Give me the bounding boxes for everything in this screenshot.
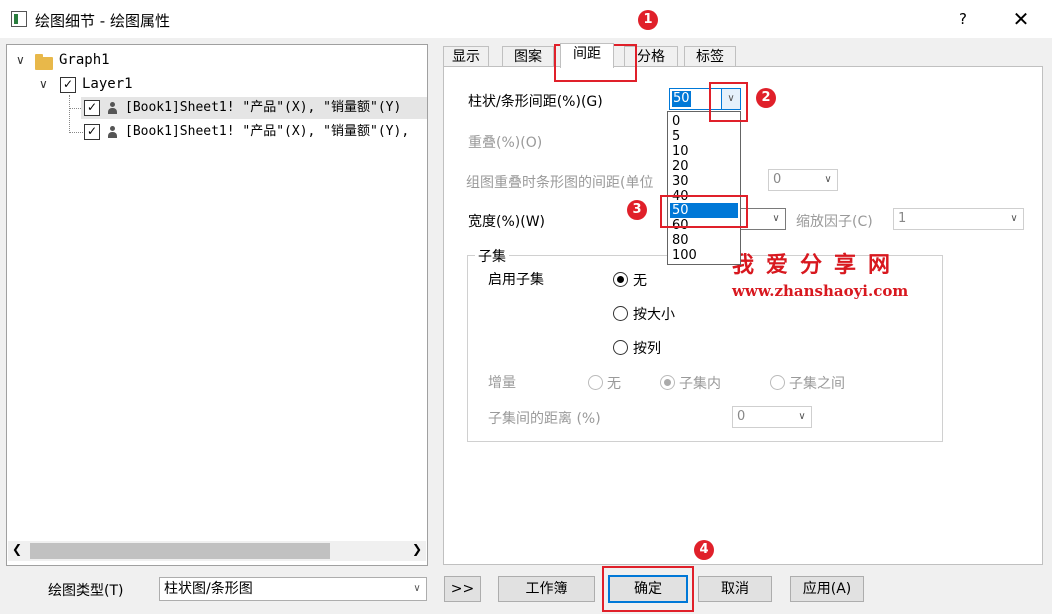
- gap-option[interactable]: 10: [670, 144, 738, 159]
- layer-checkbox[interactable]: ✓: [60, 77, 76, 93]
- subset-by-column-label[interactable]: 按列: [633, 338, 661, 358]
- help-button[interactable]: ?: [950, 6, 976, 32]
- gap-dropdown-list: 0 5 10 20 30 40 50 60 80 100: [667, 111, 741, 265]
- group-gap-value: 0: [773, 172, 782, 187]
- scale-label: 缩放因子(C): [796, 214, 873, 230]
- scale-combo[interactable]: 1 ∨: [893, 208, 1024, 230]
- group-gap-combo[interactable]: 0 ∨: [768, 169, 838, 191]
- scale-value: 1: [898, 211, 907, 226]
- gap-option[interactable]: 20: [670, 159, 738, 174]
- scrollbar-thumb[interactable]: [30, 543, 330, 559]
- plot-tree: ∨ Graph1 ∨ ✓ Layer1 ✓ [Book1]Sheet1! "产品…: [6, 44, 428, 566]
- increment-between-label: 子集之间: [789, 376, 845, 392]
- ok-button[interactable]: 确定: [608, 575, 688, 603]
- tree-item-plot-2[interactable]: ✓ [Book1]Sheet1! "产品"(X), "销量额"(Y),: [81, 121, 427, 143]
- annotation-badge-2: 2: [756, 88, 776, 108]
- plot-type-label: 绘图类型(T): [48, 583, 124, 599]
- annotation-badge-4: 4: [694, 540, 714, 560]
- annotation-badge-1: 1: [638, 10, 658, 30]
- increment-between-radio[interactable]: [770, 375, 785, 390]
- annotation-badge-3: 3: [627, 200, 647, 220]
- gap-option[interactable]: 100: [670, 248, 738, 263]
- increment-within-label: 子集内: [679, 376, 721, 392]
- watermark-title: 我爱分享网: [732, 253, 903, 278]
- chevron-down-icon[interactable]: ∨: [39, 77, 48, 91]
- tab-spacing[interactable]: 间距: [560, 43, 614, 68]
- gap-option[interactable]: 30: [670, 174, 738, 189]
- chevron-down-icon[interactable]: ∨: [767, 209, 785, 229]
- gap-option[interactable]: 80: [670, 233, 738, 248]
- increment-none-label: 无: [607, 376, 621, 392]
- increment-within-radio[interactable]: [660, 375, 675, 390]
- group-gap-label: 组图重叠时条形图的间距(单位: [466, 175, 654, 191]
- subset-none-label[interactable]: 无: [633, 270, 647, 290]
- chevron-down-icon[interactable]: ∨: [408, 578, 426, 600]
- subset-by-size-label[interactable]: 按大小: [633, 304, 675, 324]
- chevron-down-icon[interactable]: ∨: [16, 53, 25, 67]
- plot-2-checkbox[interactable]: ✓: [84, 124, 100, 140]
- gap-value: 50: [672, 91, 691, 107]
- increment-label: 增量: [488, 375, 516, 391]
- annotation-box-option: [660, 195, 748, 228]
- app-icon: [11, 11, 27, 27]
- tree-connector: [69, 95, 70, 133]
- subset-by-column-radio[interactable]: [613, 340, 628, 355]
- subset-distance-combo[interactable]: 0 ∨: [732, 406, 812, 428]
- folder-icon: [35, 54, 53, 70]
- increment-none-radio[interactable]: [588, 375, 603, 390]
- gap-label: 柱状/条形间距(%)(G): [468, 94, 603, 110]
- tab-display[interactable]: 显示: [443, 46, 489, 67]
- subset-distance-label: 子集间的距离 (%): [488, 411, 601, 427]
- gap-option[interactable]: 5: [670, 129, 738, 144]
- window-title: 绘图细节 - 绘图属性: [35, 12, 170, 30]
- apply-button[interactable]: 应用(A): [790, 576, 864, 602]
- tab-pattern[interactable]: 图案: [502, 46, 554, 67]
- width-label: 宽度(%)(W): [468, 214, 545, 230]
- subset-title: 子集: [475, 246, 509, 266]
- enable-subset-label: 启用子集: [488, 272, 544, 288]
- plot-1-checkbox[interactable]: ✓: [84, 100, 100, 116]
- workbook-button[interactable]: 工作簿: [498, 576, 595, 602]
- tree-item-graph[interactable]: Graph1: [59, 49, 110, 71]
- plot-type-combo[interactable]: 柱状图/条形图 ∨: [159, 577, 427, 601]
- overlap-label: 重叠(%)(O): [468, 135, 543, 151]
- subset-none-radio[interactable]: [613, 272, 628, 287]
- person-icon: [107, 125, 117, 139]
- scroll-right-icon[interactable]: ❯: [412, 542, 422, 556]
- tree-item-layer[interactable]: Layer1: [82, 73, 133, 95]
- cancel-button[interactable]: 取消: [698, 576, 772, 602]
- expand-button[interactable]: >>: [444, 576, 481, 602]
- chevron-down-icon: ∨: [824, 174, 832, 185]
- subset-distance-value: 0: [737, 409, 746, 424]
- close-button[interactable]: ✕: [1008, 6, 1034, 32]
- scroll-left-icon[interactable]: ❮: [12, 542, 22, 556]
- chevron-down-icon: ∨: [1010, 213, 1018, 224]
- plot-type-value: 柱状图/条形图: [164, 581, 253, 597]
- tree-horizontal-scrollbar[interactable]: ❮ ❯: [8, 541, 426, 561]
- tree-item-plot-1[interactable]: ✓ [Book1]Sheet1! "产品"(X), "销量额"(Y): [81, 97, 427, 119]
- tab-labels[interactable]: 标签: [684, 46, 736, 67]
- chevron-down-icon: ∨: [798, 411, 806, 422]
- watermark-url: www.zhanshaoyi.com: [732, 282, 909, 300]
- person-icon: [107, 101, 117, 115]
- subset-by-size-radio[interactable]: [613, 306, 628, 321]
- annotation-box-dropdown: [709, 82, 748, 122]
